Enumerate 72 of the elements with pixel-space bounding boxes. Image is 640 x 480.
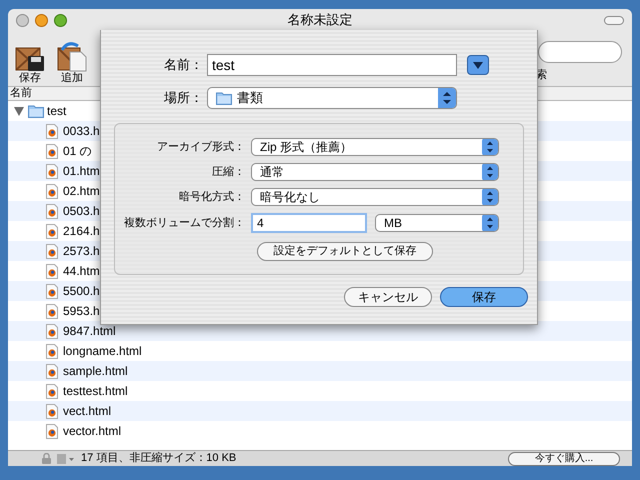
file-icon (46, 264, 58, 278)
disclosure-triangle-icon[interactable] (14, 106, 24, 116)
name-label: 名前： (163, 56, 204, 74)
file-name: 0503.h (63, 203, 100, 220)
file-icon (46, 424, 58, 438)
folder-icon (216, 91, 232, 105)
search-field[interactable] (538, 41, 622, 63)
file-icon (46, 224, 58, 238)
file-name: 0033.h (63, 123, 100, 140)
file-icon (46, 384, 58, 398)
unit-popup[interactable]: MB (375, 214, 499, 232)
dialog-button[interactable]: 保存 (440, 287, 528, 307)
file-icon (46, 164, 58, 178)
option-popup[interactable]: 通常 (251, 163, 499, 181)
option-popup[interactable]: Zip 形式（推薦） (251, 138, 499, 156)
folder-icon (28, 104, 44, 118)
toolbar-button[interactable]: 保存 (14, 40, 46, 85)
file-icon (46, 324, 58, 338)
window-title: 名称未設定 (286, 11, 354, 30)
file-name: longname.html (63, 343, 142, 360)
file-name: 2164.h (63, 223, 100, 240)
stepper-icon (482, 189, 498, 205)
action-menu-icon[interactable] (57, 452, 75, 464)
file-name: 2573.h (63, 243, 100, 260)
expand-button[interactable] (467, 55, 489, 75)
save-default-button[interactable]: 設定をデフォルトとして保存 (257, 242, 433, 261)
lock-icon[interactable] (42, 453, 51, 464)
zoom-button[interactable] (54, 14, 67, 26)
buy-now-button[interactable]: 今すぐ購入... (508, 452, 620, 466)
folder-name: test (47, 103, 66, 120)
file-name: 5953.h (63, 303, 100, 320)
crate-document-icon (56, 40, 88, 72)
location-label: 場所： (163, 89, 204, 108)
option-popup[interactable]: 暗号化なし (251, 188, 499, 206)
option-label: 暗号化方式： (178, 190, 246, 205)
file-name: 44.htm (63, 263, 100, 280)
dialog-button[interactable]: キャンセル (344, 287, 432, 307)
file-icon (46, 304, 58, 318)
file-icon (46, 204, 58, 218)
file-name: vector.html (63, 423, 122, 440)
stepper-icon (482, 139, 498, 155)
stepper-icon (438, 88, 456, 108)
status-text: 17 項目、非圧縮サイズ：10 KB (81, 450, 236, 466)
option-label: 複数ボリュームで分割： (123, 216, 246, 231)
file-name: 5500.h (63, 283, 100, 300)
file-icon (46, 244, 58, 258)
name-field[interactable]: test (207, 54, 457, 76)
file-name: 9847.html (63, 323, 116, 340)
size-field[interactable]: 4 (251, 213, 367, 233)
file-icon (46, 344, 58, 358)
file-name: vect.html (63, 403, 112, 420)
file-icon (46, 364, 58, 378)
file-icon (46, 184, 58, 198)
file-name: 01.htm (63, 163, 100, 180)
option-label: 圧縮： (211, 164, 246, 180)
file-name: 01 の (63, 143, 92, 160)
location-popup[interactable]: 書類 (207, 87, 457, 109)
toolbar-button[interactable]: 追加 (56, 40, 88, 85)
stepper-icon (482, 215, 498, 231)
file-name: testtest.html (63, 383, 128, 400)
file-icon (46, 124, 58, 138)
stepper-icon (482, 164, 498, 180)
file-name: 02.htm (63, 183, 100, 200)
minimize-button[interactable] (35, 14, 48, 26)
file-icon (46, 284, 58, 298)
file-icon (46, 144, 58, 158)
file-name: sample.html (63, 363, 128, 380)
close-button[interactable] (16, 14, 29, 26)
option-label: アーカイブ形式： (156, 140, 246, 155)
toolbar-toggle-button[interactable] (604, 16, 624, 24)
triangle-down-icon (473, 62, 483, 68)
file-icon (46, 404, 58, 418)
